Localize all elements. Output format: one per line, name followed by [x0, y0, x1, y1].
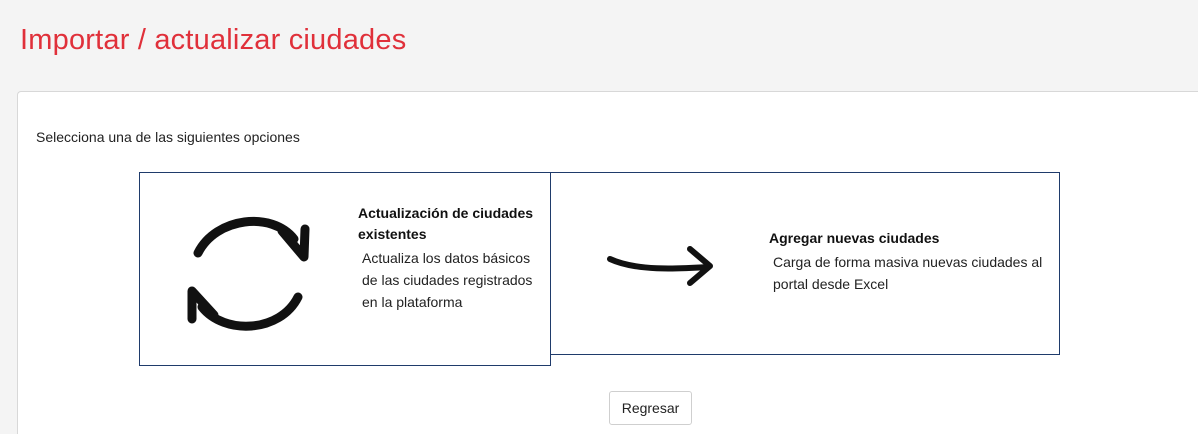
add-option-description: Carga de forma masiva nuevas ciudades al…: [773, 254, 1043, 292]
refresh-icon: [187, 216, 310, 331]
instruction-text: Selecciona una de las siguientes opcione…: [36, 129, 300, 145]
update-option-text: Actualización de ciudades existentes Act…: [358, 203, 548, 313]
update-cities-option[interactable]: Actualización de ciudades existentes Act…: [139, 172, 551, 366]
add-option-text: Agregar nuevas ciudades Carga de forma m…: [769, 228, 1057, 295]
update-option-description: Actualiza los datos básicos de las ciuda…: [362, 250, 533, 310]
options-panel: Selecciona una de las siguientes opcione…: [17, 91, 1198, 434]
add-option-title: Agregar nuevas ciudades: [769, 230, 940, 246]
arrow-right-icon: [607, 246, 713, 286]
update-option-title: Actualización de ciudades existentes: [358, 205, 534, 242]
add-cities-option[interactable]: Agregar nuevas ciudades Carga de forma m…: [550, 172, 1060, 355]
back-button[interactable]: Regresar: [609, 391, 692, 425]
page-title: Importar / actualizar ciudades: [20, 24, 407, 56]
